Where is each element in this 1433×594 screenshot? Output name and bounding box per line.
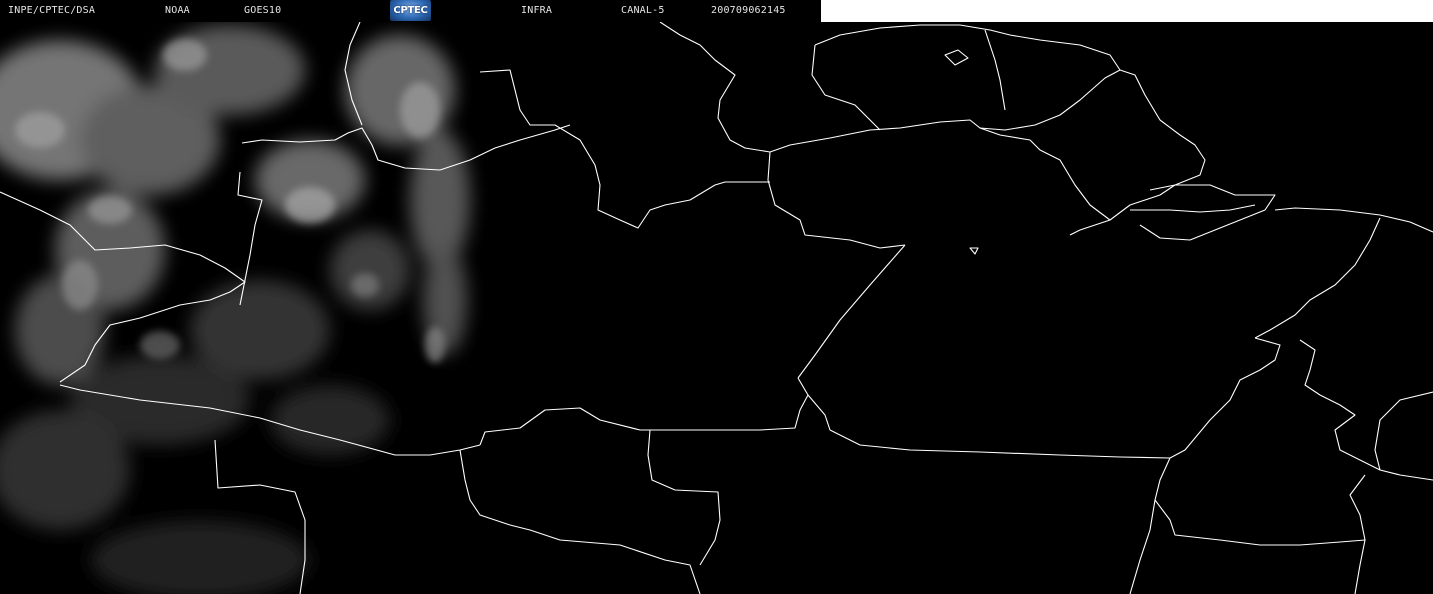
agency-label: INPE/CPTEC/DSA [8,5,96,16]
timestamp-label: 200709062145 [711,5,786,16]
cptec-logo: CPTEC [390,0,431,21]
satellite-image-viewer: INPE/CPTEC/DSA NOAA GOES10 CPTEC INFRA C… [0,0,1433,594]
product-label: INFRA [521,5,553,16]
header-blank-area [821,0,1433,22]
operator-label: NOAA [165,5,190,16]
satellite-label: GOES10 [244,5,282,16]
infrared-satellite-map [0,22,1433,594]
cptec-logo-text: CPTEC [393,5,428,16]
channel-label: CANAL-5 [621,5,665,16]
image-caption-bar: INPE/CPTEC/DSA NOAA GOES10 CPTEC INFRA C… [0,0,821,22]
